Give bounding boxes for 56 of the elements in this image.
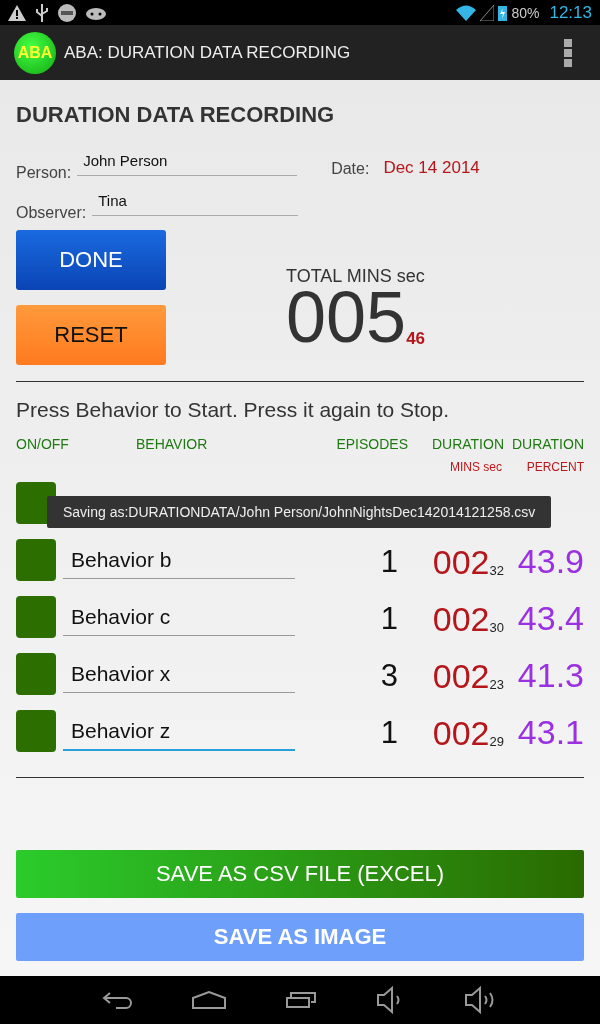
toggle-button[interactable] — [16, 653, 56, 695]
duration-seconds: 23 — [489, 676, 504, 692]
toggle-button[interactable] — [16, 596, 56, 638]
toast-message: Saving as:DURATIONDATA/John Person/JohnNightsDec142014121258.csv — [47, 496, 552, 528]
episode-count: 1 — [380, 600, 398, 636]
column-header: EPISODES — [336, 436, 408, 452]
reset-button[interactable]: RESET — [16, 305, 166, 365]
behavior-field[interactable]: Behavior b — [63, 544, 295, 579]
column-header: DURATION — [431, 436, 504, 452]
app-title: ABA: DURATION DATA RECORDING — [64, 42, 352, 63]
duration-percent: 43.9 — [517, 542, 584, 580]
person-label: Person: — [16, 164, 72, 182]
observer-label: Observer: — [16, 204, 87, 222]
back-icon[interactable] — [102, 991, 132, 1009]
duration-minutes: 002 — [432, 713, 490, 753]
stop-sign-icon — [58, 3, 76, 22]
episode-count: 3 — [380, 657, 398, 693]
person-field[interactable]: John Person — [77, 152, 298, 176]
battery-icon — [498, 4, 508, 21]
duration-minutes: 002 — [432, 599, 490, 639]
episode-count: 1 — [380, 543, 398, 579]
observer-field[interactable]: Tina — [92, 192, 299, 216]
column-header: ON/OFF — [16, 436, 70, 452]
instructions: Press Behavior to Start. Press it again to Stop. — [16, 398, 451, 422]
behavior-field[interactable]: Behavior c — [63, 601, 295, 636]
wifi-icon — [456, 4, 477, 21]
battery-percent: 80% — [511, 4, 540, 21]
duration-minutes: 002 — [432, 542, 490, 582]
column-subheader: MINS sec — [450, 460, 502, 474]
duration-percent: 41.3 — [517, 656, 584, 694]
behavior-field[interactable]: Behavior x — [63, 658, 295, 693]
clock-time: 12:13 — [549, 2, 592, 23]
duration-seconds: 30 — [489, 619, 504, 635]
duration-seconds: 32 — [489, 562, 504, 578]
column-header: BEHAVIOR — [136, 436, 209, 452]
signal-icon — [480, 4, 495, 21]
home-icon[interactable] — [192, 991, 226, 1009]
done-button[interactable]: DONE — [16, 230, 166, 290]
date-value: Dec 14 2014 — [383, 158, 480, 178]
recent-apps-icon[interactable] — [286, 992, 316, 1008]
page-heading: DURATION DATA RECORDING — [16, 102, 336, 128]
total-seconds: 46 — [406, 329, 426, 349]
date-label: Date: — [331, 160, 370, 178]
usb-icon — [36, 3, 48, 22]
duration-percent: 43.4 — [517, 599, 584, 637]
toggle-button[interactable] — [16, 710, 56, 752]
duration-minutes: 002 — [432, 656, 490, 696]
duration-percent: 43.1 — [517, 713, 584, 751]
column-header: DURATION — [511, 436, 584, 452]
warning-icon — [8, 4, 26, 21]
episode-count: 1 — [380, 714, 398, 750]
duration-seconds: 29 — [489, 733, 504, 749]
behavior-field[interactable]: Behavior z — [63, 714, 295, 751]
overflow-menu-icon[interactable] — [564, 38, 572, 67]
toggle-button[interactable] — [16, 539, 56, 581]
column-subheader: PERCENT — [526, 460, 584, 474]
